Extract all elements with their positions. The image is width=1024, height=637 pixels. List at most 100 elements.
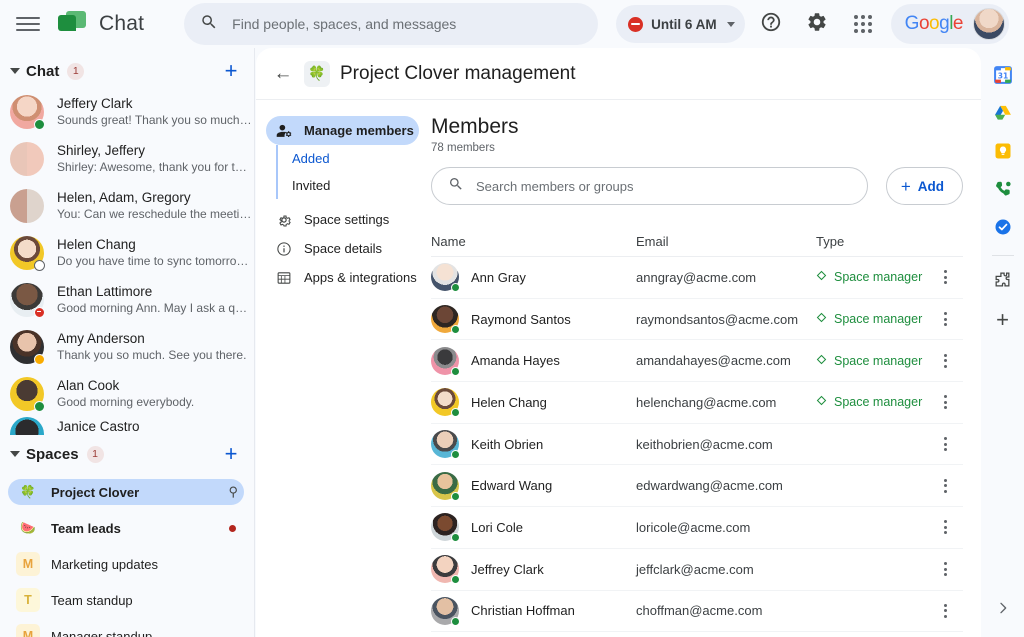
rail-item-calendar[interactable]: 31 (985, 58, 1021, 96)
member-name: Lori Cole (471, 519, 524, 535)
avatar (431, 596, 460, 626)
row-more-options-button[interactable] (927, 312, 963, 327)
chat-snippet: Good morning Ann. May I ask a question? (57, 301, 252, 315)
member-name: Ann Gray (471, 269, 526, 285)
table-row[interactable]: Lori Cole loricole@acme.com (431, 507, 963, 549)
top-app-bar: Chat Until 6 AM Google (0, 0, 1024, 48)
table-row[interactable]: Keith Obrien keithobrien@acme.com (431, 424, 963, 466)
google-apps-button[interactable] (843, 4, 883, 44)
row-more-options-button[interactable] (927, 437, 963, 452)
chat-name: Helen, Adam, Gregory (57, 190, 191, 205)
subnav-label: Manage members (304, 123, 414, 138)
google-calendar-icon: 31 (993, 65, 1013, 90)
global-search-input[interactable] (232, 16, 583, 32)
table-row[interactable]: Ann Gray anngray@acme.com Space manager (431, 257, 963, 299)
sidebar-item-team-leads[interactable]: 🍉 Team leads (8, 515, 244, 541)
avatar[interactable] (973, 8, 1005, 40)
table-row[interactable]: Christian Hoffman choffman@acme.com (431, 591, 963, 633)
spaces-section-label: Spaces (26, 445, 79, 463)
member-email: keithobrien@acme.com (636, 436, 773, 452)
subnav-item-invited[interactable]: Invited (278, 172, 431, 199)
table-row[interactable]: Jeffrey Clark jeffclark@acme.com (431, 549, 963, 591)
space-initial-icon: M (16, 552, 40, 576)
account-chip[interactable]: Google (890, 4, 1009, 44)
list-item[interactable]: Alan Cook Good morning everybody. (0, 370, 254, 417)
table-row[interactable]: Shirley Franklin sfranklin@acme.com (431, 632, 963, 637)
clover-icon: 🍀 (304, 60, 330, 87)
expand-rail-button[interactable] (985, 593, 1021, 627)
avatar (431, 305, 460, 335)
member-name: Keith Obrien (471, 436, 544, 452)
row-more-options-button[interactable] (927, 395, 963, 410)
manage-members-children: Added Invited (276, 145, 431, 199)
member-type: Space manager (816, 312, 927, 326)
row-more-options-button[interactable] (927, 603, 963, 618)
help-icon (760, 11, 782, 38)
member-type: Space manager (816, 354, 927, 368)
app-title: Chat (99, 12, 145, 35)
member-name: Raymond Santos (471, 311, 571, 327)
watermelon-icon: 🍉 (20, 520, 36, 535)
row-more-options-button[interactable] (927, 270, 963, 285)
row-more-options-button[interactable] (927, 520, 963, 535)
subnav-item-apps-integrations[interactable]: Apps & integrations (266, 263, 419, 292)
rail-item-keep[interactable] (985, 134, 1021, 172)
new-chat-button[interactable]: + (218, 58, 244, 84)
global-search-bar[interactable] (184, 3, 599, 45)
row-more-options-button[interactable] (927, 562, 963, 577)
list-item[interactable]: Amy Anderson Thank you so much. See you … (0, 323, 254, 370)
help-button[interactable] (751, 4, 791, 44)
rail-item-voice[interactable] (985, 172, 1021, 210)
sidebar-item-project-clover[interactable]: 🍀 Project Clover ⚲ (8, 479, 244, 505)
chat-section-label: Chat (26, 62, 60, 80)
presence-badge-online (34, 118, 45, 130)
member-type-label: Space manager (834, 312, 923, 327)
unread-dot (229, 524, 236, 532)
space-initial-icon: M (16, 624, 40, 637)
settings-button[interactable] (797, 4, 837, 44)
member-email: edwardwang@acme.com (636, 478, 783, 494)
table-row[interactable]: Raymond Santos raymondsantos@acme.com Sp… (431, 299, 963, 341)
space-name: Team leads (51, 520, 121, 536)
apps-integrations-icon (276, 270, 293, 286)
chat-snippet: Sounds great! Thank you so much Ann! (57, 113, 252, 127)
table-row[interactable]: Amanda Hayes amandahayes@acme.com Space … (431, 340, 963, 383)
hamburger-menu-icon[interactable] (16, 12, 40, 36)
row-more-options-button[interactable] (927, 478, 963, 493)
column-header-name: Name (431, 234, 466, 249)
subnav-item-manage-members[interactable]: Manage members (266, 116, 419, 145)
left-sidebar: Chat 1 + Jeffery Clark Sounds great! Tha… (0, 48, 255, 637)
status-selector[interactable]: Until 6 AM (616, 5, 745, 43)
chevron-down-icon[interactable] (10, 451, 20, 457)
member-name: Amanda Hayes (471, 353, 560, 369)
subnav-item-space-settings[interactable]: Space settings (266, 205, 419, 234)
presence-badge-online (451, 575, 460, 585)
list-item[interactable]: Helen Chang Do you have time to sync tom… (0, 229, 254, 276)
back-arrow-icon[interactable]: ← (270, 61, 296, 87)
sidebar-item-manager-standup[interactable]: M Manager standup (8, 623, 244, 637)
rail-item-addons[interactable] (985, 263, 1021, 301)
new-space-button[interactable]: + (218, 441, 244, 467)
table-row[interactable]: Helen Chang helenchang@acme.com Space ma… (431, 382, 963, 424)
sidebar-item-team-standup[interactable]: T Team standup (8, 587, 244, 613)
rail-item-drive[interactable] (985, 96, 1021, 134)
list-item[interactable]: Ethan Lattimore Good morning Ann. May I … (0, 276, 254, 323)
rail-item-add-app[interactable]: + (985, 301, 1021, 339)
table-row[interactable]: Edward Wang edwardwang@acme.com (431, 465, 963, 508)
list-item[interactable]: Helen, Adam, Gregory You: Can we resched… (0, 182, 254, 229)
subnav-item-space-details[interactable]: Space details (266, 234, 419, 263)
list-item[interactable]: Shirley, Jeffery Shirley: Awesome, thank… (0, 135, 254, 182)
rail-item-tasks[interactable] (985, 210, 1021, 248)
spaces-section-header: Spaces 1 + (0, 437, 254, 471)
space-name: Manager standup (51, 628, 153, 637)
add-member-button[interactable]: + Add (885, 167, 963, 205)
search-members-field[interactable] (431, 167, 868, 205)
subnav-item-added[interactable]: Added (278, 145, 431, 172)
space-name: Marketing updates (51, 556, 158, 572)
search-members-input[interactable] (476, 178, 851, 194)
row-more-options-button[interactable] (927, 353, 963, 368)
list-item[interactable]: Janice Castro (0, 417, 254, 435)
list-item[interactable]: Jeffery Clark Sounds great! Thank you so… (0, 88, 254, 135)
sidebar-item-marketing-updates[interactable]: M Marketing updates (8, 551, 244, 577)
chevron-down-icon[interactable] (10, 68, 20, 74)
